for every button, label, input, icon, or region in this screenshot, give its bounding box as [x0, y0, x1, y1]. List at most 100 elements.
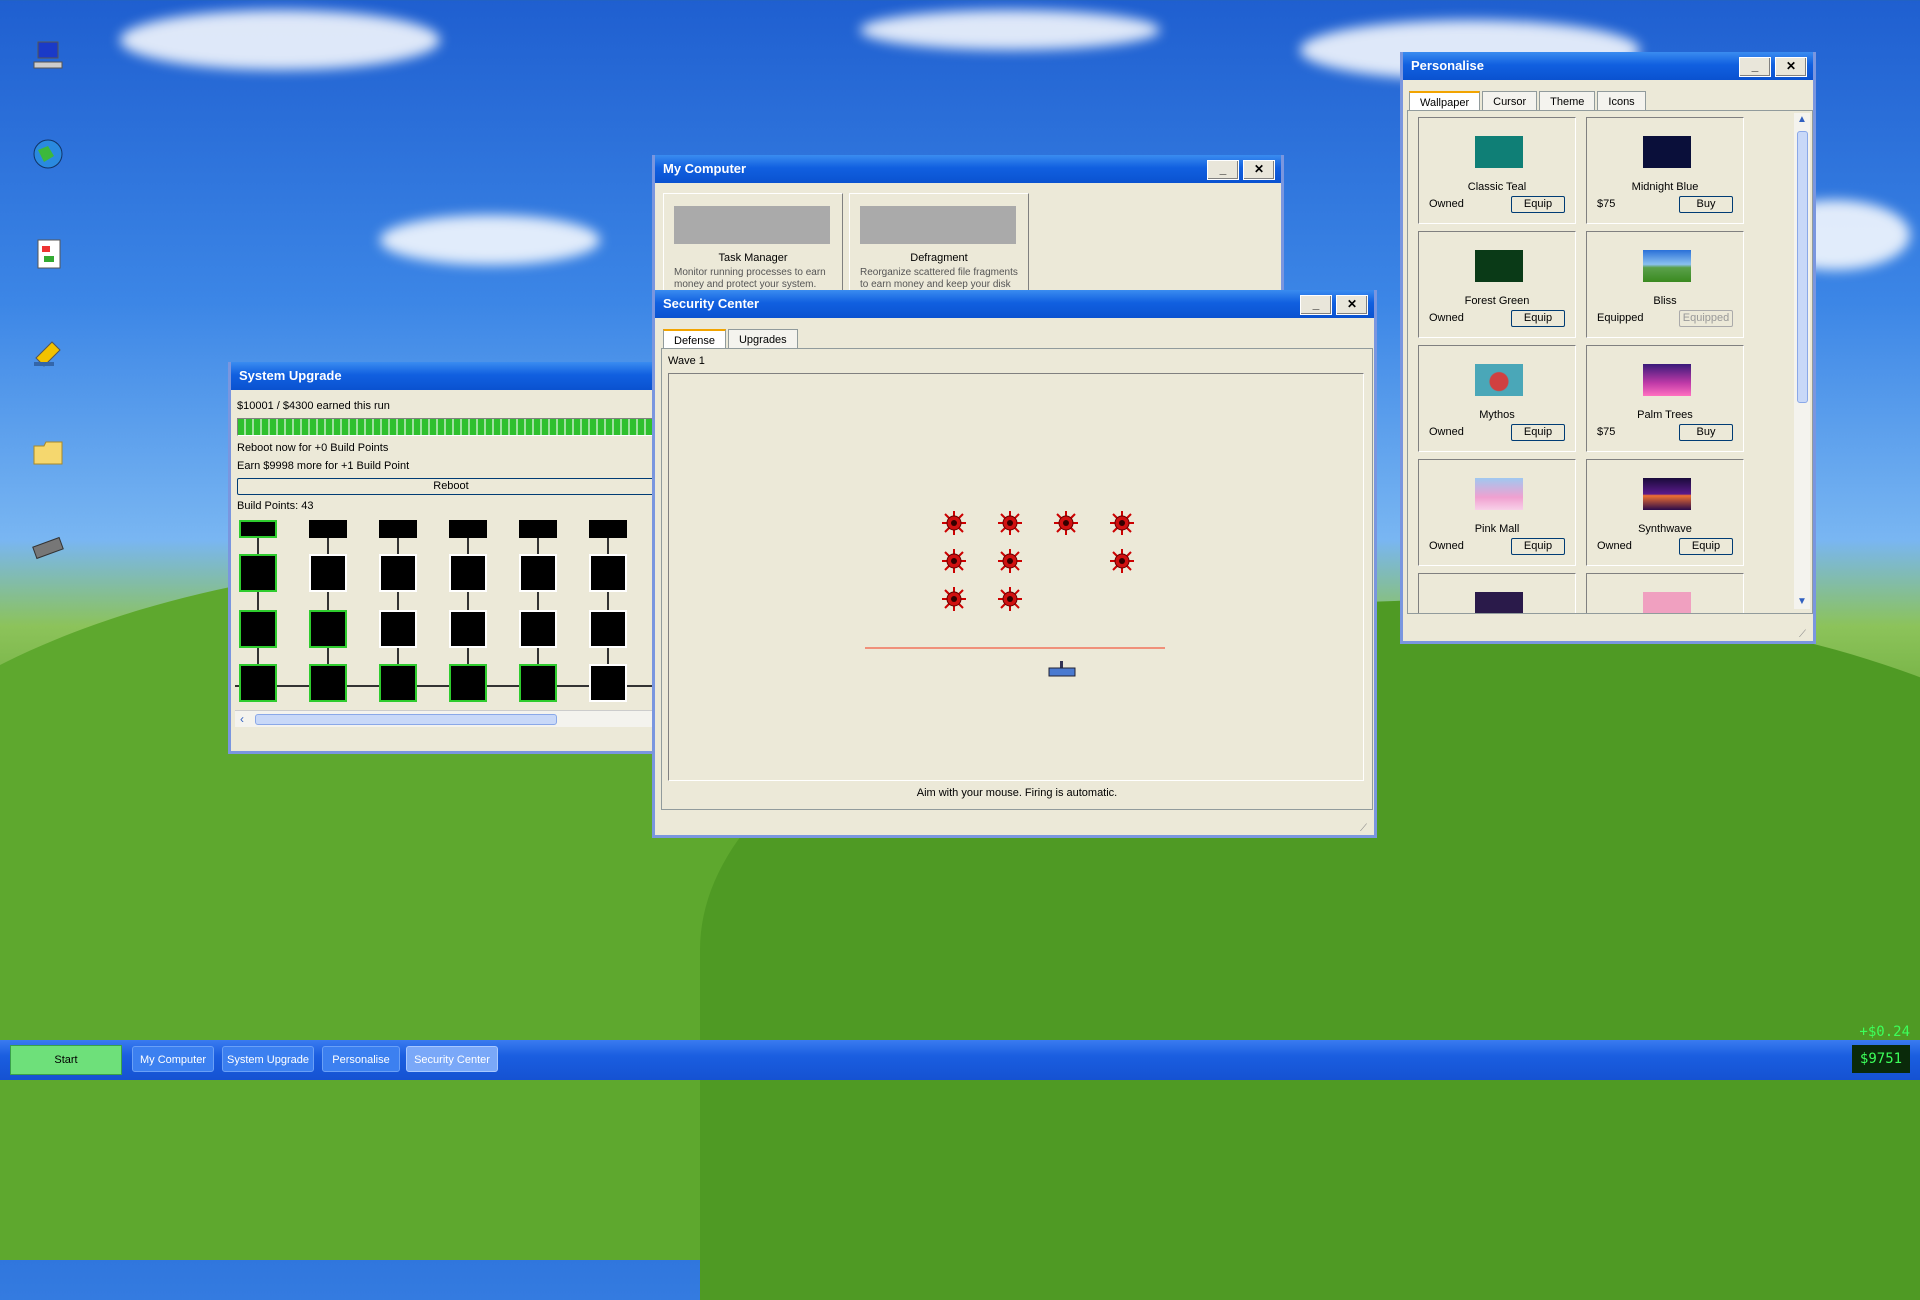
equipped-button: Equipped [1679, 310, 1733, 327]
close-button[interactable]: ✕ [1336, 295, 1368, 315]
upgrade-node[interactable] [519, 520, 557, 538]
equip-button[interactable]: Equip [1511, 424, 1565, 441]
wallpaper-card[interactable]: Classic Teal Owned Equip [1418, 117, 1576, 224]
folder-icon[interactable] [30, 434, 66, 470]
upgrade-node[interactable] [239, 610, 277, 648]
minimize-button[interactable]: _ [1300, 295, 1332, 315]
tab-upgrades[interactable]: Upgrades [727, 329, 798, 350]
buy-button[interactable]: Buy [1679, 196, 1733, 213]
wallpaper-card[interactable]: Synthwave Owned Equip [1586, 459, 1744, 566]
wallpaper-thumbnail [1643, 250, 1691, 282]
scroll-up-arrow-icon[interactable]: ▲ [1794, 113, 1810, 127]
upgrade-node[interactable] [449, 554, 487, 592]
resize-grip-icon[interactable]: ⟋ [1799, 629, 1809, 640]
upgrade-node[interactable] [589, 664, 627, 702]
reboot-button[interactable]: Reboot [237, 478, 665, 495]
system-upgrade-titlebar[interactable]: System Upgrade [231, 362, 663, 390]
wallpaper-name: Palm Trees [1637, 409, 1693, 421]
taskbar-item-my-computer[interactable]: My Computer [132, 1046, 214, 1072]
upgrade-node[interactable] [379, 520, 417, 538]
wallpaper-name: Synthwave [1638, 523, 1692, 535]
upgrade-node[interactable] [309, 664, 347, 702]
scroll-thumb[interactable] [1797, 131, 1808, 403]
scroll-thumb[interactable] [255, 714, 557, 725]
window-title: System Upgrade [239, 368, 342, 383]
taskbar-item-system-upgrade[interactable]: System Upgrade [222, 1046, 314, 1072]
chip-icon[interactable] [30, 530, 66, 566]
upgrade-node[interactable] [519, 554, 557, 592]
equip-button[interactable]: Equip [1511, 310, 1565, 327]
equip-button[interactable]: Equip [1511, 196, 1565, 213]
defense-panel: Wave 1 Aim with your mouse. Firing is au… [661, 348, 1373, 810]
personalise-window: Personalise _ ✕ Wallpaper Cursor Theme Icon… [1400, 52, 1816, 644]
upgrade-node[interactable] [309, 554, 347, 592]
upgrade-node[interactable] [309, 520, 347, 538]
app-card-defragment[interactable]: Defragment Reorganize scattered file fra… [849, 193, 1029, 295]
upgrade-node[interactable] [589, 610, 627, 648]
tab-cursor[interactable]: Cursor [1482, 91, 1538, 112]
close-button[interactable]: ✕ [1243, 160, 1275, 180]
taskbar: Start My Computer System Upgrade Persona… [0, 1040, 1920, 1080]
vertical-scrollbar[interactable]: ▲ ▼ [1794, 113, 1810, 609]
upgrade-node[interactable] [239, 520, 277, 538]
security-center-titlebar[interactable]: Security Center _ ✕ [655, 290, 1374, 318]
wallpaper-card[interactable]: Forest Green Owned Equip [1418, 231, 1576, 338]
start-button[interactable]: Start [10, 1045, 122, 1075]
personalise-titlebar[interactable]: Personalise _ ✕ [1403, 52, 1813, 80]
wallpaper-card[interactable]: Mythos Owned Equip [1418, 345, 1576, 452]
computer-icon[interactable] [30, 38, 66, 74]
minimize-button[interactable]: _ [1207, 160, 1239, 180]
tab-icons[interactable]: Icons [1597, 91, 1646, 112]
cleaner-icon[interactable] [30, 334, 66, 370]
tab-strip: Defense Upgrades [663, 328, 800, 351]
buy-button[interactable]: Buy [1679, 424, 1733, 441]
wallpaper-card[interactable] [1586, 573, 1744, 613]
wallpaper-thumbnail [1643, 592, 1691, 613]
taskbar-item-security-center[interactable]: Security Center [406, 1046, 498, 1072]
upgrade-node[interactable] [309, 610, 347, 648]
resize-grip-icon[interactable]: ⟋ [1360, 823, 1370, 834]
scroll-left-arrow-icon[interactable]: ‹ [235, 711, 249, 727]
upgrade-node[interactable] [589, 554, 627, 592]
wallpaper-thumbnail [1643, 136, 1691, 168]
upgrade-node[interactable] [589, 520, 627, 538]
equip-button[interactable]: Equip [1679, 538, 1733, 555]
close-button[interactable]: ✕ [1775, 57, 1807, 77]
wallpaper-card[interactable]: Midnight Blue $75 Buy [1586, 117, 1744, 224]
wallpaper-card[interactable]: Bliss Equipped Equipped [1586, 231, 1744, 338]
equip-button[interactable]: Equip [1511, 538, 1565, 555]
upgrade-node[interactable] [379, 610, 417, 648]
app-thumbnail [860, 206, 1016, 244]
upgrade-node[interactable] [519, 610, 557, 648]
upgrade-node[interactable] [239, 664, 277, 702]
upgrade-node[interactable] [379, 664, 417, 702]
upgrade-node[interactable] [239, 554, 277, 592]
taskbar-item-personalise[interactable]: Personalise [322, 1046, 400, 1072]
virus-enemy-icon [942, 587, 966, 611]
wallpaper-name: Bliss [1653, 295, 1677, 307]
build-points-text: Build Points: 43 [237, 500, 314, 512]
wallpaper-thumbnail [1643, 364, 1691, 396]
app-name: Task Manager [718, 252, 788, 264]
upgrade-node[interactable] [449, 610, 487, 648]
wallpaper-card[interactable] [1418, 573, 1576, 613]
upgrade-node[interactable] [449, 520, 487, 538]
horizontal-scrollbar[interactable]: ‹ [235, 710, 667, 727]
earnings-progress-bar [237, 418, 665, 436]
tab-theme[interactable]: Theme [1539, 91, 1596, 112]
my-computer-titlebar[interactable]: My Computer _ ✕ [655, 155, 1281, 183]
earn-more-text: Earn $9998 more for +1 Build Point [237, 460, 410, 472]
wallpaper-card[interactable]: Pink Mall Owned Equip [1418, 459, 1576, 566]
task-icon[interactable] [30, 236, 66, 272]
wallpaper-thumbnail [1475, 136, 1523, 168]
app-card-task-manager[interactable]: Task Manager Monitor running processes t… [663, 193, 843, 295]
game-area[interactable] [668, 373, 1364, 781]
upgrade-node[interactable] [519, 664, 557, 702]
upgrade-node[interactable] [449, 664, 487, 702]
upgrade-node[interactable] [379, 554, 417, 592]
wallpaper-card[interactable]: Palm Trees $75 Buy [1586, 345, 1744, 452]
globe-icon[interactable] [30, 136, 66, 172]
security-center-window: Security Center _ ✕ Defense Upgrades Wave… [652, 290, 1377, 838]
scroll-down-arrow-icon[interactable]: ▼ [1794, 595, 1810, 609]
minimize-button[interactable]: _ [1739, 57, 1771, 77]
